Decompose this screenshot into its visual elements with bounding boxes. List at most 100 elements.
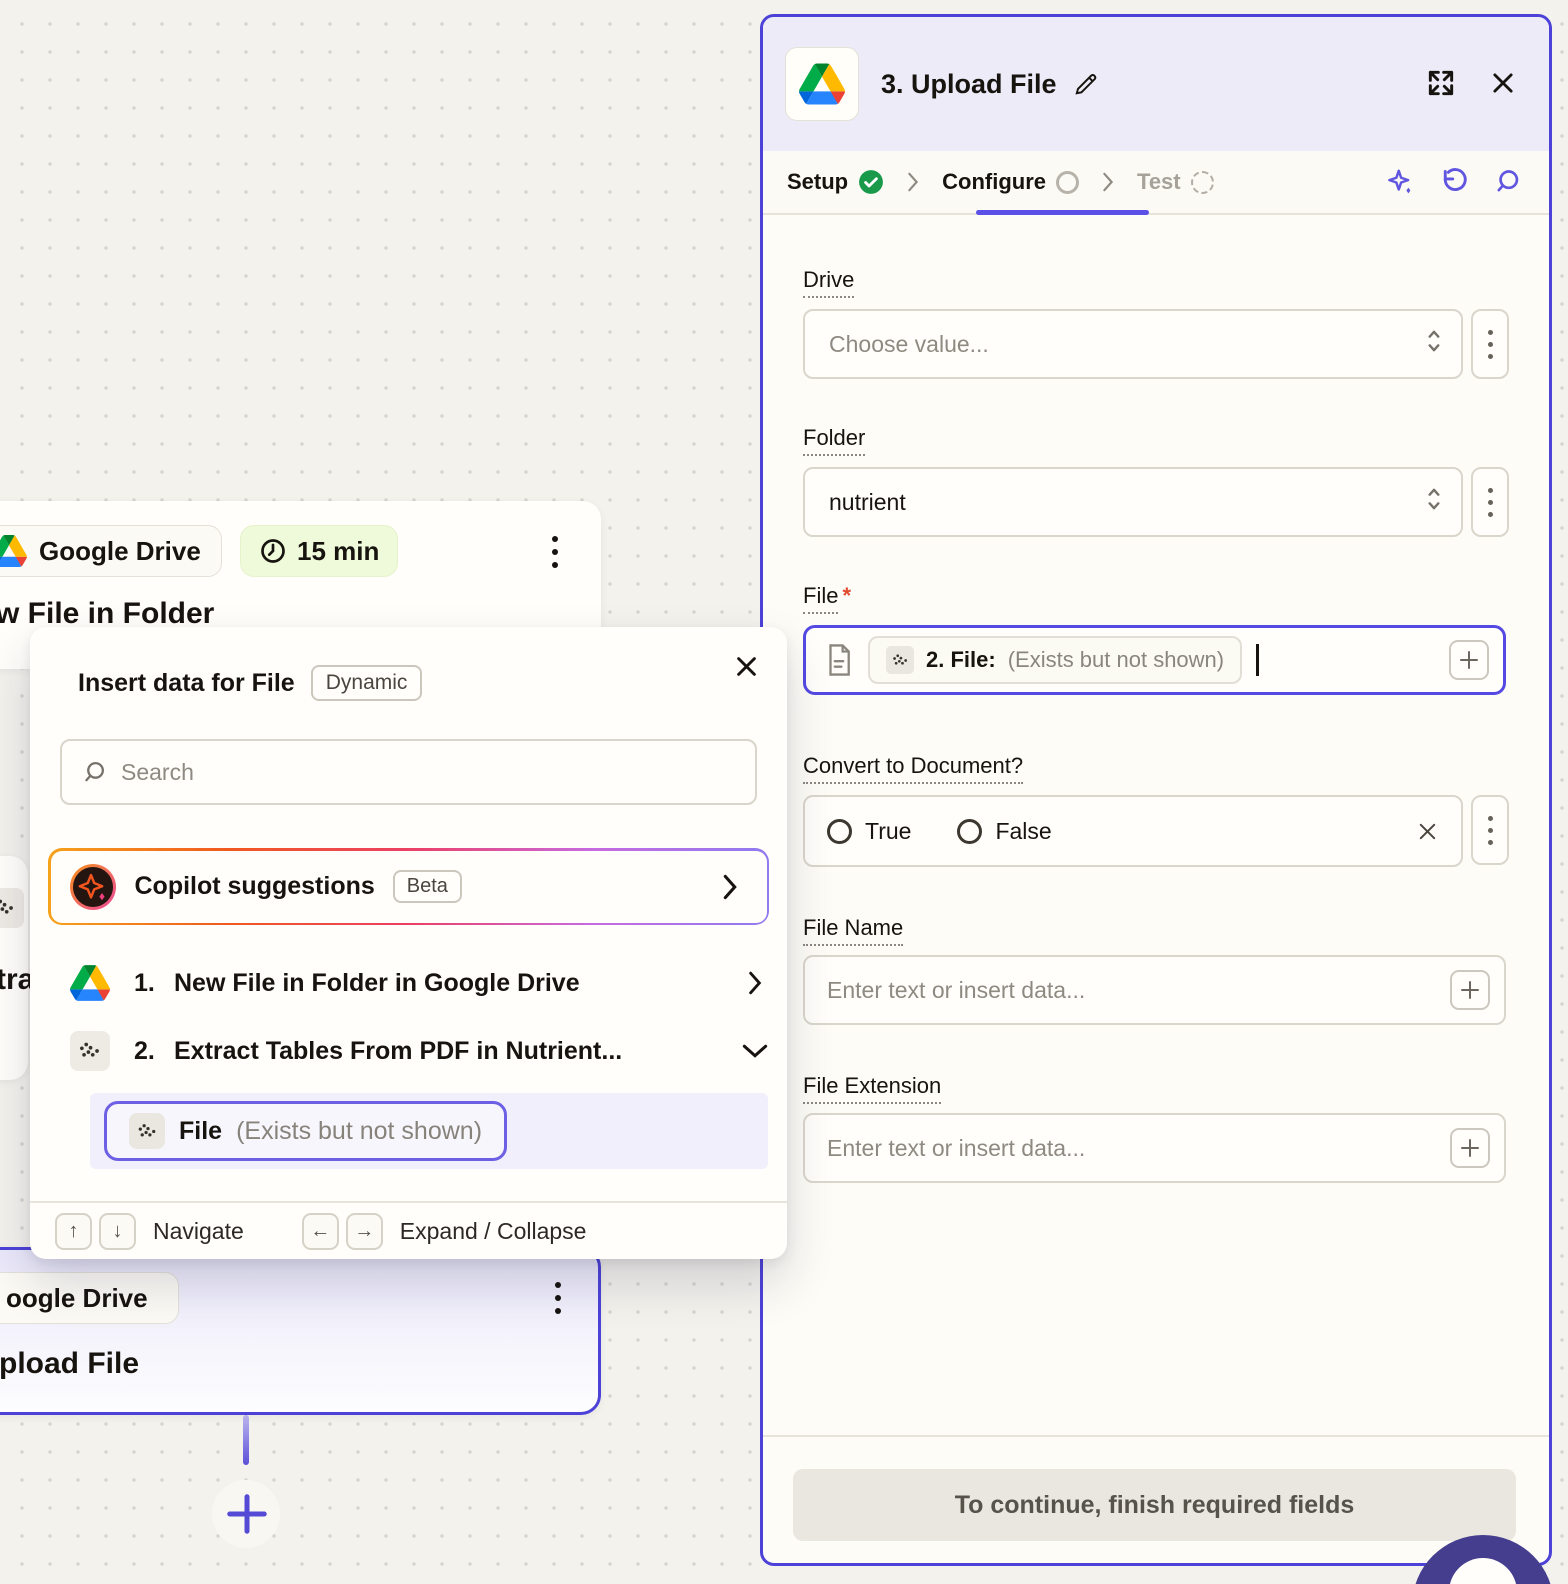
step-tabbar: Setup Configure Test: [763, 151, 1549, 215]
mapped-file-token[interactable]: 2. File: (Exists but not shown): [868, 636, 1242, 684]
insert-data-plus-icon[interactable]: [1450, 1128, 1490, 1168]
timer-badge[interactable]: 15 min: [240, 525, 398, 577]
copilot-icon: [69, 863, 117, 911]
close-panel-icon[interactable]: [1489, 69, 1517, 97]
google-drive-icon: [70, 965, 110, 1001]
tab-configure[interactable]: Configure: [942, 169, 1079, 195]
tab-setup[interactable]: Setup: [787, 169, 884, 195]
refresh-icon[interactable]: [1439, 167, 1469, 197]
expand-collapse-label: Expand / Collapse: [400, 1218, 587, 1245]
timer-label: 15 min: [297, 536, 379, 567]
chevron-right-icon: [740, 971, 770, 995]
drive-placeholder: Choose value...: [829, 331, 989, 358]
item-label: New File in Folder in Google Drive: [174, 969, 580, 998]
popup-title: Insert data for File: [78, 669, 295, 698]
search-icon[interactable]: [1493, 168, 1521, 196]
nutrient-dots-icon: [70, 1031, 110, 1071]
test-pending-circle-icon: [1191, 171, 1214, 194]
insert-data-popup: Insert data for File Dynamic Copilot sug…: [30, 627, 787, 1259]
required-asterisk: *: [842, 583, 851, 608]
arrow-left-key[interactable]: ←: [302, 1213, 339, 1250]
app-pill-label: Google Drive: [39, 536, 201, 567]
beta-badge: Beta: [393, 870, 462, 903]
folder-value: nutrient: [829, 489, 906, 516]
popup-footer: ↑ ↓ Navigate ← → Expand / Collapse: [30, 1203, 787, 1259]
file-field-token[interactable]: File (Exists but not shown): [104, 1101, 507, 1161]
radio-false-label: False: [995, 818, 1051, 845]
insert-data-item-step2[interactable]: 2. Extract Tables From PDF in Nutrient..…: [70, 1025, 770, 1077]
rename-pencil-icon[interactable]: [1073, 71, 1099, 97]
step3-card-title: pload File: [0, 1347, 139, 1381]
help-bubble-inner: [1449, 1558, 1517, 1584]
file-extension-text-input[interactable]: [809, 1135, 1450, 1162]
card-menu-kebab-icon[interactable]: [539, 1275, 577, 1321]
search-icon: [82, 760, 107, 785]
tab-test-label: Test: [1137, 169, 1181, 195]
item-label: Extract Tables From PDF in Nutrient...: [174, 1037, 622, 1066]
select-chevrons-icon: [1421, 483, 1447, 521]
step-title: 3. Upload File: [881, 69, 1057, 100]
tab-test[interactable]: Test: [1137, 169, 1214, 195]
app-pill-google-drive: Google Drive: [0, 525, 222, 577]
setup-complete-check-icon: [858, 169, 884, 195]
arrow-down-key[interactable]: ↓: [99, 1213, 136, 1250]
dynamic-badge: Dynamic: [311, 665, 423, 701]
continue-button-disabled[interactable]: To continue, finish required fields: [793, 1469, 1516, 1541]
arrow-right-key[interactable]: →: [346, 1213, 383, 1250]
add-step-plus-icon[interactable]: [224, 1491, 270, 1537]
chevron-right-icon: [906, 172, 920, 192]
file-name-input[interactable]: [803, 955, 1506, 1025]
step3-card-selected[interactable]: oogle Drive pload File: [0, 1247, 601, 1415]
chevron-down-icon: [740, 1042, 770, 1060]
token-note: (Exists but not shown): [236, 1117, 482, 1146]
insert-data-plus-icon[interactable]: [1449, 640, 1489, 680]
convert-field-menu-kebab-icon[interactable]: [1471, 795, 1509, 865]
navigate-label: Navigate: [153, 1218, 244, 1245]
select-chevrons-icon: [1421, 325, 1447, 363]
radio-circle-icon[interactable]: [827, 819, 852, 844]
token-prefix: 2. File:: [926, 647, 996, 673]
file-field-label: File*: [803, 583, 851, 609]
copilot-suggestions-row[interactable]: Copilot suggestions Beta: [48, 848, 769, 925]
hidden-step-card-fragment[interactable]: tra: [0, 856, 28, 1080]
file-extension-input[interactable]: [803, 1113, 1506, 1183]
app-pill-google-drive-fragment: oogle Drive: [0, 1272, 179, 1324]
arrow-up-key[interactable]: ↑: [55, 1213, 92, 1250]
radio-circle-icon[interactable]: [957, 819, 982, 844]
popup-close-icon[interactable]: [731, 651, 761, 681]
workflow-canvas: Google Drive 15 min w File in Folder tra…: [0, 0, 1568, 1584]
file-extension-field-label: File Extension: [803, 1073, 941, 1099]
drive-field-menu-kebab-icon[interactable]: [1471, 309, 1509, 379]
expanded-field-row: File (Exists but not shown): [90, 1093, 768, 1169]
tab-actions: [1385, 167, 1549, 197]
chevron-right-icon: [715, 874, 745, 900]
radio-true[interactable]: True: [827, 818, 911, 845]
app-pill-label: oogle Drive: [6, 1283, 148, 1314]
nutrient-dots-icon: [0, 888, 24, 928]
radio-true-label: True: [865, 818, 911, 845]
popup-search-box[interactable]: [60, 739, 757, 805]
insert-data-item-step1[interactable]: 1. New File in Folder in Google Drive: [70, 957, 770, 1009]
card-menu-kebab-icon[interactable]: [536, 529, 574, 575]
radio-false[interactable]: False: [957, 818, 1051, 845]
file-name-field-label: File Name: [803, 915, 903, 941]
file-name-text-input[interactable]: [809, 977, 1450, 1004]
insert-data-plus-icon[interactable]: [1450, 970, 1490, 1010]
drive-field-label: Drive: [803, 267, 854, 293]
copilot-label: Copilot suggestions: [135, 872, 375, 901]
google-drive-icon: [0, 535, 27, 567]
text-cursor: [1256, 644, 1259, 676]
active-tab-underline: [976, 210, 1149, 215]
folder-field-menu-kebab-icon[interactable]: [1471, 467, 1509, 537]
clock-icon: [259, 537, 287, 565]
file-input-focused[interactable]: 2. File: (Exists but not shown): [803, 625, 1506, 695]
search-input[interactable]: [121, 759, 735, 786]
expand-panel-icon[interactable]: [1425, 67, 1457, 99]
clear-selection-icon[interactable]: [1416, 820, 1439, 843]
ai-sparkle-icon[interactable]: [1385, 167, 1415, 197]
panel-footer-divider: [763, 1435, 1549, 1437]
convert-field-label: Convert to Document?: [803, 753, 1023, 779]
item-number: 2.: [134, 1037, 174, 1066]
folder-select[interactable]: nutrient: [803, 467, 1463, 537]
drive-select[interactable]: Choose value...: [803, 309, 1463, 379]
